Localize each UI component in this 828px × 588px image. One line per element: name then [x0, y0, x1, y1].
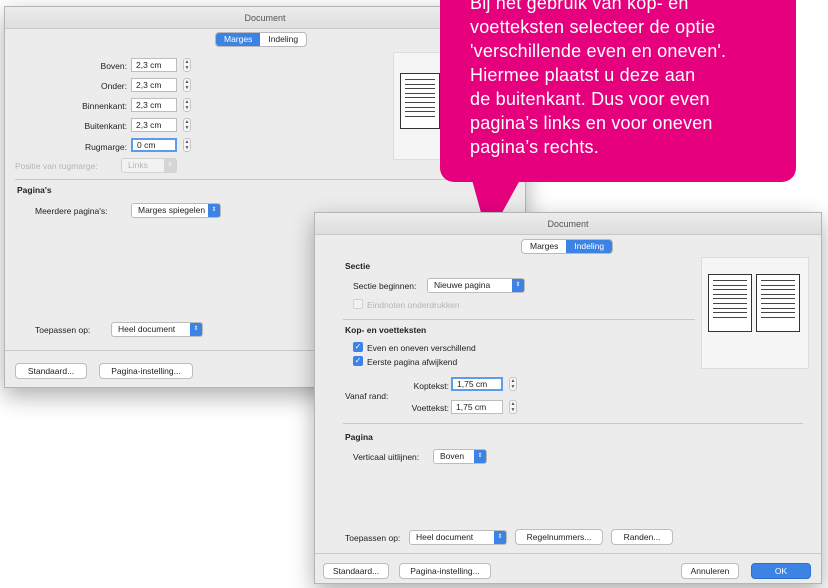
header-distance-input[interactable]: 1,75 cm: [451, 377, 503, 391]
outside-margin-stepper[interactable]: ▲ ▼: [183, 118, 191, 132]
chevron-updown-icon: ⇕: [512, 279, 524, 292]
callout-line: pagina’s rechts.: [470, 137, 599, 157]
tab-margins[interactable]: Marges: [522, 240, 566, 253]
inside-margin-input[interactable]: 2,3 cm: [131, 98, 177, 112]
from-edge-label: Vanaf rand:: [345, 391, 389, 401]
multiple-pages-label: Meerdere pagina's:: [35, 206, 108, 216]
inside-margin-label: Binnenkant:: [82, 101, 127, 111]
borders-button[interactable]: Randen...: [611, 529, 673, 545]
gutter-position-select[interactable]: Links ⇕: [121, 158, 177, 173]
footer-distance-label: Voettekst:: [411, 403, 449, 413]
different-odd-even-checkbox[interactable]: ✓: [353, 342, 363, 352]
callout-line: pagina’s links en voor oneven: [470, 113, 713, 133]
apply-to-label: Toepassen op:: [35, 325, 91, 335]
header-distance-label: Koptekst:: [413, 381, 449, 391]
suppress-endnotes-label: Eindnoten onderdrukken: [367, 300, 460, 310]
bottom-margin-stepper[interactable]: ▲ ▼: [183, 78, 191, 92]
chevron-updown-icon: ⇕: [474, 450, 486, 463]
apply-to-select[interactable]: Heel document ⇕: [409, 530, 507, 545]
line-numbers-button[interactable]: Regelnummers...: [515, 529, 603, 545]
default-button[interactable]: Standaard...: [323, 563, 389, 579]
preview-page-icon: [400, 73, 440, 129]
callout-text: Bij het gebruik van kop- en voetteksten s…: [470, 0, 790, 159]
apply-to-label: Toepassen op:: [345, 533, 401, 543]
vertical-align-value: Boven: [440, 451, 465, 461]
bottom-margin-label: Onder:: [101, 81, 127, 91]
chevron-updown-icon: ⇕: [164, 159, 176, 172]
gutter-position-label: Positie van rugmarge:: [15, 161, 98, 171]
section-start-value: Nieuwe pagina: [434, 280, 491, 290]
dialog-title: Document: [315, 213, 821, 235]
vertical-align-select[interactable]: Boven ⇕: [433, 449, 487, 464]
different-first-page-checkbox[interactable]: ✓: [353, 356, 363, 366]
pages-heading: Pagina's: [17, 185, 52, 195]
page-setup-button[interactable]: Pagina-instelling...: [399, 563, 491, 579]
headers-footers-heading: Kop- en voetteksten: [345, 325, 427, 335]
inside-margin-stepper[interactable]: ▲ ▼: [183, 98, 191, 112]
page-heading: Pagina: [345, 432, 373, 442]
top-margin-label: Boven:: [100, 61, 127, 71]
top-margin-stepper[interactable]: ▲ ▼: [183, 58, 191, 72]
callout-line: voetteksten selecteer de optie: [470, 17, 716, 37]
callout-line: de buitenkant. Dus voor even: [470, 89, 710, 109]
bottom-margin-input[interactable]: 2,3 cm: [131, 78, 177, 92]
chevron-updown-icon: ⇕: [494, 531, 506, 544]
outside-margin-input[interactable]: 2,3 cm: [131, 118, 177, 132]
footer-distance-input[interactable]: 1,75 cm: [451, 400, 503, 414]
gutter-stepper[interactable]: ▲ ▼: [183, 138, 191, 152]
different-first-page-label: Eerste pagina afwijkend: [367, 357, 458, 367]
apply-to-value: Heel document: [118, 324, 176, 334]
footer-distance-stepper[interactable]: ▲ ▼: [509, 400, 517, 414]
gutter-position-value: Links: [128, 160, 148, 170]
preview-odd-page-icon: [756, 274, 800, 332]
document-dialog-layout: Document Marges Indeling Sectie Sectie b…: [314, 212, 822, 584]
tab-group: Marges Indeling: [215, 32, 308, 47]
header-distance-stepper[interactable]: ▲ ▼: [509, 377, 517, 391]
gutter-label: Rugmarge:: [84, 142, 127, 152]
chevron-updown-icon: ⇕: [208, 204, 220, 217]
divider: [315, 553, 821, 554]
divider: [15, 179, 517, 180]
callout-line: Bij het gebruik van kop- en: [470, 0, 689, 13]
suppress-endnotes-checkbox[interactable]: [353, 299, 363, 309]
tab-group: Marges Indeling: [521, 239, 614, 254]
default-button[interactable]: Standaard...: [15, 363, 87, 379]
preview-even-page-icon: [708, 274, 752, 332]
outside-margin-label: Buitenkant:: [84, 121, 127, 131]
apply-to-select[interactable]: Heel document ⇕: [111, 322, 203, 337]
page-setup-button[interactable]: Pagina-instelling...: [99, 363, 193, 379]
page-preview: [701, 257, 809, 369]
callout-line: Hiermee plaatst u deze aan: [470, 65, 696, 85]
vertical-align-label: Verticaal uitlijnen:: [353, 452, 420, 462]
different-odd-even-label: Even en oneven verschillend: [367, 343, 476, 353]
tab-layout[interactable]: Indeling: [260, 33, 306, 46]
callout-line: 'verschillende even en oneven'.: [470, 41, 727, 61]
apply-to-value: Heel document: [416, 532, 474, 542]
section-start-select[interactable]: Nieuwe pagina ⇕: [427, 278, 525, 293]
tab-margins[interactable]: Marges: [216, 33, 261, 46]
multiple-pages-select[interactable]: Marges spiegelen ⇕: [131, 203, 221, 218]
section-heading: Sectie: [345, 261, 371, 271]
multiple-pages-value: Marges spiegelen: [138, 205, 206, 215]
cancel-button[interactable]: Annuleren: [681, 563, 739, 579]
section-start-label: Sectie beginnen:: [353, 281, 417, 291]
ok-button[interactable]: OK: [751, 563, 811, 579]
divider: [343, 423, 803, 424]
divider: [343, 319, 695, 320]
chevron-updown-icon: ⇕: [190, 323, 202, 336]
gutter-input[interactable]: 0 cm: [131, 138, 177, 152]
top-margin-input[interactable]: 2,3 cm: [131, 58, 177, 72]
tab-layout[interactable]: Indeling: [566, 240, 613, 253]
